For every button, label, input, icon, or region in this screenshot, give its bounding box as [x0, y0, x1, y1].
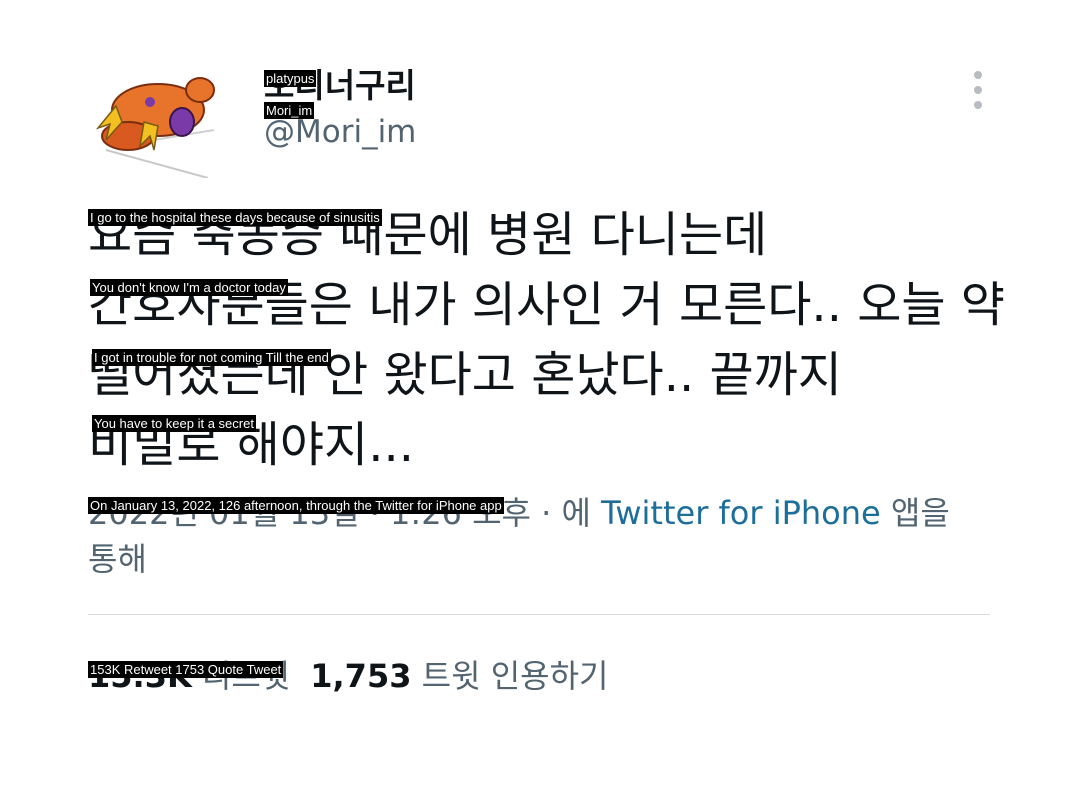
more-vertical-icon [974, 86, 982, 94]
tweet-source-suffix: 앱을 [880, 494, 950, 532]
translation-caption: I go to the hospital these days because … [88, 209, 382, 226]
translation-caption: You have to keep it a secret [92, 415, 256, 432]
translation-caption: I got in trouble for not coming Till the… [92, 349, 331, 366]
more-vertical-icon [974, 71, 982, 79]
translation-caption: You don't know I'm a doctor today [90, 279, 288, 296]
translation-caption: platypus [264, 70, 317, 87]
tweet-text: 요즘 축농증 때문에 병원 다니는데 간호사분들은 내가 의사인 거 모른다..… [88, 200, 1008, 480]
avatar[interactable] [88, 66, 220, 179]
translation-caption: 153K Retweet 1753 Quote Tweet [88, 661, 284, 678]
more-options-button[interactable] [958, 70, 998, 110]
translation-caption: Mori_im [264, 102, 315, 119]
tweet-detail-view: 오리너구리 @Mori_im 요즘 축농증 때문에 병원 다니는데 간호사분들은… [0, 0, 1078, 800]
quotes-label: 트윗 인용하기 [421, 657, 609, 695]
quotes-count: 1,753 [310, 657, 412, 695]
more-vertical-icon [974, 101, 982, 109]
quote-tweets-stat[interactable]: 1,753 트윗 인용하기 [310, 657, 608, 695]
translation-caption: On January 13, 2022, 126 afternoon, thro… [88, 497, 504, 514]
tweet-source-link[interactable]: Twitter for iPhone [601, 494, 881, 532]
platypus-avatar-icon [95, 77, 215, 179]
tweet-source-suffix-line2: 통해 [88, 540, 147, 578]
divider [88, 614, 990, 615]
